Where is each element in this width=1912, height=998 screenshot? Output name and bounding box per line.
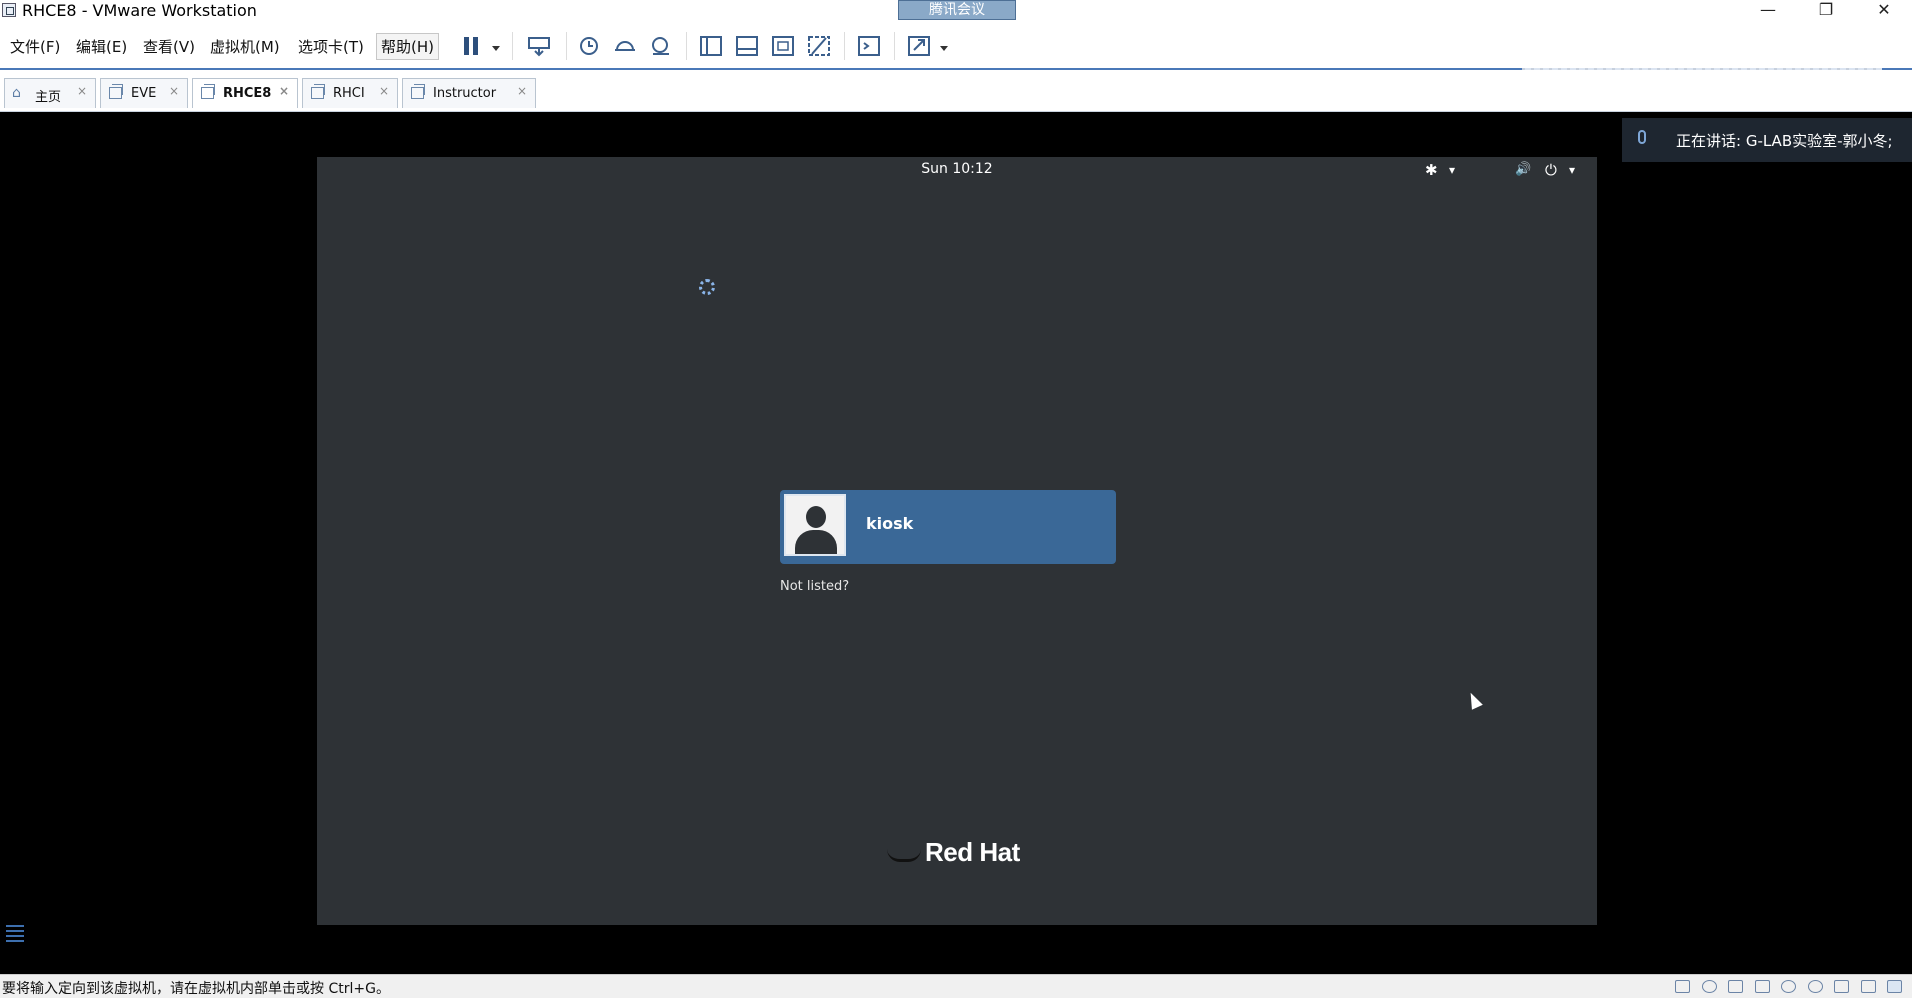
tab-rhce8[interactable]: RHCE8 × [192, 78, 298, 108]
tab-rhci[interactable]: RHCI × [302, 78, 398, 108]
stretch-dropdown-icon[interactable] [940, 46, 948, 51]
power-dropdown-icon[interactable] [492, 46, 500, 51]
vm-icon [411, 84, 425, 99]
display-icon[interactable] [1860, 979, 1876, 993]
tab-label: 主页 [35, 90, 62, 105]
toolbar-separator [844, 32, 845, 60]
menu-toolbar: 文件(F) 编辑(E) 查看(V) 虚拟机(M) 选项卡(T) 帮助(H) [0, 22, 1912, 70]
redhat-hat-icon [887, 849, 921, 862]
tab-bar: ⌂ 主页 × EVE × RHCE8 × RHCI × Instructor × [0, 70, 1912, 112]
toolbar-separator [512, 32, 513, 60]
show-thumbnail-bar-icon[interactable] [734, 34, 760, 58]
vmware-app-icon [2, 3, 16, 17]
chevron-down-icon[interactable]: ▾ [1449, 163, 1455, 177]
toolbar-separator [894, 32, 895, 60]
chevron-down-icon[interactable]: ▾ [1569, 163, 1575, 177]
close-button[interactable]: ✕ [1856, 0, 1912, 22]
title-bar: RHCE8 - VMware Workstation 腾讯会议 — ❐ ✕ [0, 0, 1912, 22]
menu-edit[interactable]: 编辑(E) [76, 36, 127, 57]
menu-view[interactable]: 查看(V) [143, 36, 195, 57]
tab-home[interactable]: ⌂ 主页 × [4, 78, 96, 108]
close-icon[interactable]: × [169, 84, 179, 98]
meeting-speaking-banner: 正在讲话: G-LAB实验室-郭小冬; [1622, 118, 1912, 162]
send-ctrl-alt-del-icon[interactable] [526, 34, 552, 58]
revert-snapshot-icon[interactable] [612, 34, 638, 58]
menu-help[interactable]: 帮助(H) [376, 33, 439, 60]
redhat-logo: Red Hat [887, 835, 1047, 871]
vm-icon [109, 84, 123, 99]
menu-file[interactable]: 文件(F) [10, 36, 60, 57]
vm-running-icon [201, 84, 215, 99]
home-icon: ⌂ [12, 85, 21, 101]
close-icon[interactable]: × [517, 84, 527, 98]
vm-icon [311, 84, 325, 99]
hard-disk-icon[interactable] [1675, 979, 1691, 993]
avatar-icon [784, 494, 846, 556]
menu-vm[interactable]: 虚拟机(M) [210, 36, 280, 57]
user-kiosk-button[interactable]: kiosk [780, 490, 1116, 564]
snapshot-manager-icon[interactable] [648, 34, 674, 58]
minimize-button[interactable]: — [1740, 0, 1796, 22]
window-title: RHCE8 - VMware Workstation [22, 1, 257, 20]
network-adapter-2-icon[interactable] [1754, 979, 1770, 993]
menu-tabs[interactable]: 选项卡(T) [298, 36, 364, 57]
close-icon[interactable]: × [279, 84, 289, 98]
console-view-icon[interactable] [856, 34, 882, 58]
close-icon[interactable]: × [77, 84, 87, 98]
full-screen-icon[interactable] [770, 34, 796, 58]
speaking-text: 正在讲话: G-LAB实验室-郭小冬; [1676, 132, 1893, 150]
power-icon[interactable]: ⏻ [1545, 161, 1557, 179]
usb-icon[interactable] [1781, 979, 1797, 993]
tab-label: RHCI [333, 86, 365, 101]
pause-icon[interactable] [458, 34, 484, 58]
tab-label: EVE [131, 86, 157, 101]
stretch-guest-icon[interactable] [906, 34, 932, 58]
network-adapter-icon[interactable] [1728, 979, 1744, 993]
toolbar-separator [686, 32, 687, 60]
status-bar: 要将输入定向到该虚拟机，请在虚拟机内部单击或按 Ctrl+G。 [0, 974, 1912, 998]
loading-spinner-icon [699, 279, 715, 295]
snapshot-icon[interactable] [576, 34, 602, 58]
list-menu-icon[interactable] [6, 922, 24, 942]
message-log-icon[interactable] [1887, 979, 1902, 993]
redhat-wordmark: Red Hat [925, 837, 1020, 867]
gnome-clock[interactable]: Sun 10:12 [317, 161, 1597, 177]
unity-icon[interactable] [806, 34, 832, 58]
tab-instructor[interactable]: Instructor × [402, 78, 536, 108]
tab-label: Instructor [433, 86, 497, 101]
microphone-icon [1638, 130, 1646, 144]
printer-icon[interactable] [1834, 979, 1850, 993]
accessibility-icon[interactable]: ✱ [1425, 161, 1438, 179]
close-icon[interactable]: × [379, 84, 389, 98]
show-library-icon[interactable] [698, 34, 724, 58]
restore-button[interactable]: ❐ [1798, 0, 1854, 22]
tencent-meeting-tag[interactable]: 腾讯会议 [898, 0, 1016, 20]
tab-label: RHCE8 [223, 86, 272, 101]
not-listed-link[interactable]: Not listed? [780, 579, 849, 594]
cd-dvd-icon[interactable] [1701, 979, 1717, 993]
vm-display[interactable]: Sun 10:12 ✱ ▾ 🔊 ⏻ ▾ kiosk Not listed? Re… [317, 157, 1597, 925]
status-message: 要将输入定向到该虚拟机，请在虚拟机内部单击或按 Ctrl+G。 [2, 981, 390, 997]
sound-card-icon[interactable] [1807, 979, 1823, 993]
volume-icon[interactable]: 🔊 [1515, 162, 1531, 177]
toolbar-separator [566, 32, 567, 60]
mouse-cursor-icon [1465, 690, 1483, 710]
user-name: kiosk [866, 514, 914, 533]
tab-eve[interactable]: EVE × [100, 78, 188, 108]
device-icons [1668, 978, 1902, 996]
